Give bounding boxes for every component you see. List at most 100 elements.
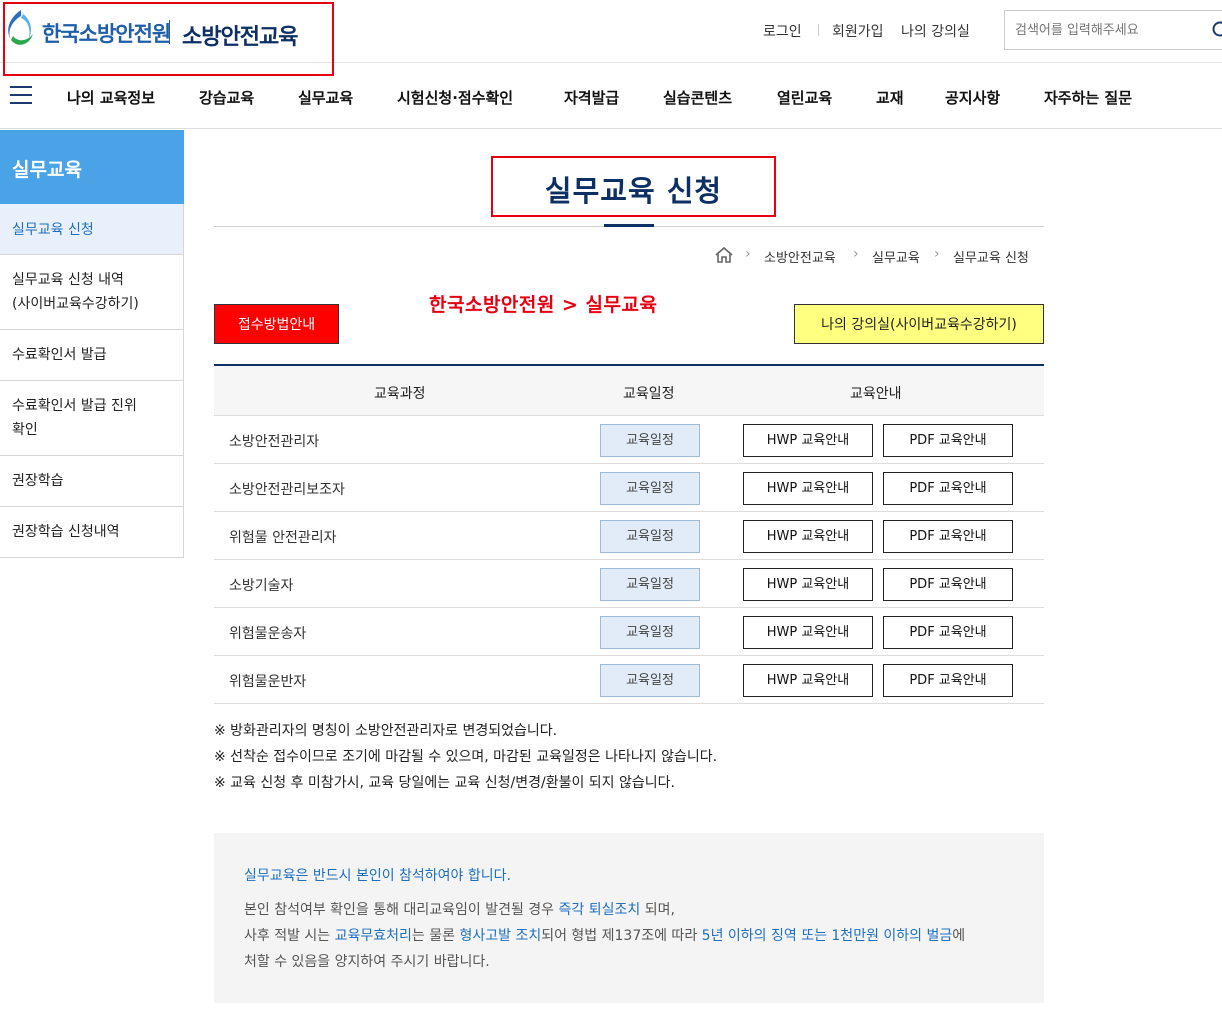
util-divider: [818, 24, 819, 36]
notes-list: ※ 방화관리자의 명칭이 소방안전관리자로 변경되었습니다. ※ 선착순 접수이…: [214, 718, 717, 796]
course-name: 위험물 안전관리자: [229, 530, 337, 546]
pdf-guide-button[interactable]: PDF 교육안내: [883, 568, 1013, 601]
title-accent-bar: [604, 224, 654, 227]
gnb-practical-edu[interactable]: 실무교육: [298, 87, 353, 108]
table-row: 소방안전관리자 교육일정 HWP 교육안내 PDF 교육안내: [214, 416, 1044, 464]
login-link[interactable]: 로그인: [763, 21, 802, 41]
sidebar-menu: 실무교육 신청 실무교육 신청 내역 (사이버교육수강하기) 수료확인서 발급 수…: [0, 204, 184, 558]
attendance-notice: 실무교육은 반드시 본인이 참석하여야 합니다. 본인 참석여부 확인을 통해 …: [214, 833, 1044, 1003]
notice-body: 본인 참석여부 확인을 통해 대리교육임이 발견될 경우 즉각 퇴실조치 되며,…: [244, 897, 1014, 975]
course-table: 교육과정 교육일정 교육안내 소방안전관리자 교육일정 HWP 교육안내 PDF…: [214, 364, 1044, 704]
table-row: 위험물 안전관리자 교육일정 HWP 교육안내 PDF 교육안내: [214, 512, 1044, 560]
sidebar-item-label: 수료확인서 발급 진위: [12, 398, 137, 414]
pdf-guide-button[interactable]: PDF 교육안내: [883, 520, 1013, 553]
course-name: 위험물운송자: [229, 626, 307, 642]
notice-text: 사후 적발 시는: [244, 928, 335, 944]
chevron-right-icon: ›: [745, 246, 751, 262]
sidebar-item-label-2: (사이버교육수강하기): [12, 296, 139, 312]
hwp-guide-button[interactable]: HWP 교육안내: [743, 616, 873, 649]
note-item: ※ 방화관리자의 명칭이 소방안전관리자로 변경되었습니다.: [214, 723, 558, 739]
notice-headline: 실무교육은 반드시 본인이 참석하여야 합니다.: [244, 868, 511, 884]
notice-emphasis: 교육무효처리: [334, 928, 412, 944]
sidebar-item-apply-history[interactable]: 실무교육 신청 내역 (사이버교육수강하기): [0, 255, 184, 330]
note-item: ※ 교육 신청 후 미참가시, 교육 당일에는 교육 신청/변경/환불이 되지 …: [214, 775, 675, 791]
my-classroom-link[interactable]: 나의 강의실: [901, 21, 970, 41]
pdf-guide-button[interactable]: PDF 교육안내: [883, 664, 1013, 697]
notice-text: 는 물론: [411, 928, 460, 944]
pdf-guide-button[interactable]: PDF 교육안내: [883, 616, 1013, 649]
sidebar-item-recommended-history[interactable]: 권장학습 신청내역: [0, 507, 184, 558]
schedule-button[interactable]: 교육일정: [600, 472, 700, 505]
sidebar-item-cert-verify[interactable]: 수료확인서 발급 진위확인: [0, 381, 184, 456]
notice-text: 에: [952, 928, 966, 944]
gnb-exam[interactable]: 시험신청·점수확인: [397, 87, 513, 108]
sidebar-title: 실무교육: [0, 130, 184, 204]
hwp-guide-button[interactable]: HWP 교육안내: [743, 520, 873, 553]
pdf-guide-button[interactable]: PDF 교육안내: [883, 472, 1013, 505]
notice-emphasis: 형사고발 조치: [459, 928, 542, 944]
schedule-button[interactable]: 교육일정: [600, 664, 700, 697]
sidebar-item-apply[interactable]: 실무교육 신청: [0, 204, 184, 255]
sidebar-item-label: 권장학습 신청내역: [12, 524, 120, 540]
hwp-guide-button[interactable]: HWP 교육안내: [743, 664, 873, 697]
breadcrumb-item[interactable]: 소방안전교육: [764, 247, 836, 266]
hwp-guide-button[interactable]: HWP 교육안내: [743, 568, 873, 601]
logo-highlight-box: [3, 2, 334, 76]
sidebar-item-recommended[interactable]: 권장학습: [0, 456, 184, 507]
home-icon[interactable]: [714, 246, 734, 264]
gnb-faq[interactable]: 자주하는 질문: [1044, 87, 1132, 108]
table-row: 소방안전관리보조자 교육일정 HWP 교육안내 PDF 교육안내: [214, 464, 1044, 512]
schedule-button[interactable]: 교육일정: [600, 424, 700, 457]
breadcrumb-item[interactable]: 실무교육: [872, 247, 920, 266]
sidebar-item-label: 권장학습: [12, 473, 64, 489]
column-header: 교육일정: [623, 386, 675, 402]
sidebar-item-label: 실무교육 신청: [12, 222, 94, 238]
my-classroom-button[interactable]: 나의 강의실(사이버교육수강하기): [794, 304, 1044, 344]
gnb-notice[interactable]: 공지사항: [945, 87, 1000, 108]
annotation-text: 한국소방안전원 > 실무교육: [429, 294, 658, 316]
course-name: 소방안전관리보조자: [229, 482, 345, 498]
hwp-guide-button[interactable]: HWP 교육안내: [743, 472, 873, 505]
column-header: 교육안내: [850, 386, 902, 402]
gnb-lecture-edu[interactable]: 강습교육: [199, 87, 254, 108]
gnb-certificate[interactable]: 자격발급: [564, 87, 619, 108]
schedule-button[interactable]: 교육일정: [600, 616, 700, 649]
sidebar-item-label-2: 확인: [12, 422, 38, 438]
menu-icon[interactable]: [10, 86, 32, 104]
notice-text: 되어 형법 제137조에 따라: [541, 928, 702, 944]
course-name: 소방안전관리자: [229, 434, 320, 450]
notice-text: 처할 수 있음을 양지하여 주시기 바랍니다.: [244, 954, 490, 970]
course-name: 위험물운반자: [229, 674, 307, 690]
notice-emphasis: 5년 이하의 징역 또는 1천만원 이하의 벌금: [701, 928, 953, 944]
column-header: 교육과정: [374, 386, 426, 402]
gnb-open-edu[interactable]: 열린교육: [777, 87, 832, 108]
gnb-textbook[interactable]: 교재: [876, 87, 904, 108]
sidebar-item-label: 수료확인서 발급: [12, 347, 107, 363]
breadcrumb-current: 실무교육 신청: [953, 251, 1029, 266]
signup-link[interactable]: 회원가입: [832, 21, 884, 41]
sidebar-item-cert-issue[interactable]: 수료확인서 발급: [0, 330, 184, 381]
course-name: 소방기술자: [229, 578, 294, 594]
search-input[interactable]: [1015, 20, 1195, 40]
search-icon[interactable]: [1211, 20, 1222, 40]
pdf-guide-button[interactable]: PDF 교육안내: [883, 424, 1013, 457]
chevron-right-icon: ›: [934, 246, 940, 262]
table-row: 위험물운반자 교육일정 HWP 교육안내 PDF 교육안내: [214, 656, 1044, 704]
note-item: ※ 선착순 접수이므로 조기에 마감될 수 있으며, 마감된 교육일정은 나타나…: [214, 749, 718, 765]
table-row: 소방기술자 교육일정 HWP 교육안내 PDF 교육안내: [214, 560, 1044, 608]
table-header: 교육과정 교육일정 교육안내: [214, 366, 1044, 416]
schedule-button[interactable]: 교육일정: [600, 568, 700, 601]
gnb-my-info[interactable]: 나의 교육정보: [67, 87, 155, 108]
schedule-button[interactable]: 교육일정: [600, 520, 700, 553]
sidebar-item-label: 실무교육 신청 내역: [12, 272, 124, 288]
page-title: 실무교육 신청: [544, 174, 723, 208]
search-box: [1004, 10, 1222, 50]
hwp-guide-button[interactable]: HWP 교육안내: [743, 424, 873, 457]
table-row: 위험물운송자 교육일정 HWP 교육안내 PDF 교육안내: [214, 608, 1044, 656]
gnb-practice-content[interactable]: 실습콘텐츠: [663, 87, 732, 108]
chevron-right-icon: ›: [853, 246, 859, 262]
notice-text: 되며,: [640, 902, 675, 918]
notice-text: 본인 참석여부 확인을 통해 대리교육임이 발견될 경우: [244, 902, 559, 918]
receipt-guide-button[interactable]: 접수방법안내: [214, 304, 339, 344]
notice-emphasis: 즉각 퇴실조치: [558, 902, 641, 918]
